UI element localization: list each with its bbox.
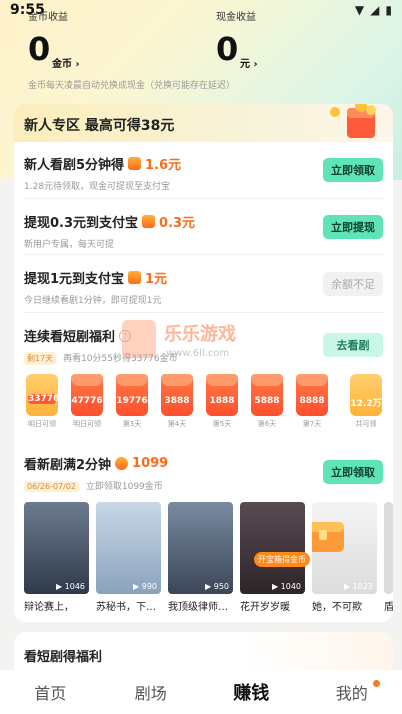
task-amount: 1.6元 xyxy=(145,158,182,173)
drama-poster[interactable]: ▶ 990 xyxy=(96,502,161,594)
day-reward[interactable]: 1888 xyxy=(206,374,238,416)
day-reward[interactable]: 3888 xyxy=(161,374,193,416)
drama-title[interactable]: 苏秘书，下… xyxy=(96,598,162,613)
day-reward[interactable]: 19776 xyxy=(116,374,148,416)
gold-value[interactable]: 0 xyxy=(28,30,50,68)
drama-poster[interactable]: ▶ 1046 xyxy=(24,502,89,594)
task-title: 提现1元到支付宝 xyxy=(24,272,125,287)
chest-badge[interactable]: 开宝箱得金币 xyxy=(254,552,310,567)
day-reward[interactable]: 33776 xyxy=(26,374,59,416)
newbie-header: 新人专区 最高可得38元 xyxy=(14,104,393,142)
task-title: 提现0.3元到支付宝 xyxy=(24,216,139,231)
cash-value[interactable]: 0 xyxy=(216,30,238,68)
day-reward[interactable]: 8888 xyxy=(296,374,328,416)
insufficient-balance-button[interactable]: 余额不足 xyxy=(323,272,383,296)
watermark-logo: 乐乐游戏 www.6ll.com xyxy=(122,320,236,359)
watch-amount: 1099 xyxy=(132,456,169,471)
watch-title: 看新剧满2分钟 xyxy=(24,458,112,473)
cash-coin-icon xyxy=(128,271,142,284)
drama-title[interactable]: 花开岁岁暖 xyxy=(240,598,306,613)
bottom-tab-bar: 首页 剧场 赚钱 我的 xyxy=(0,670,402,714)
gold-coin-icon xyxy=(115,457,129,470)
go-watch-button[interactable]: 去看剧 xyxy=(323,333,383,357)
drama-poster[interactable]: ▶ 1040 xyxy=(240,502,305,594)
gold-label: 金币收益 xyxy=(28,12,68,23)
tab-mine[interactable]: 我的 xyxy=(302,670,402,714)
tab-theater[interactable]: 剧场 xyxy=(101,670,202,714)
svg-text:乐乐游戏: 乐乐游戏 xyxy=(164,323,236,345)
drama-poster[interactable] xyxy=(384,502,393,594)
cash-unit[interactable]: 元 › xyxy=(240,55,258,70)
streak-title: 连续看短剧福利 xyxy=(24,330,116,345)
exchange-note: 金币每天凌晨自动兑换成现金（兑换可能存在延迟） xyxy=(28,81,236,91)
drama-title[interactable]: 盾 xyxy=(384,598,393,613)
cash-label: 现金收益 xyxy=(216,12,256,23)
date-range-tag: 06/26-07/02 xyxy=(24,481,79,492)
cash-coin-icon xyxy=(142,215,156,228)
treasure-chest-icon xyxy=(312,522,344,552)
withdraw-button[interactable]: 立即提现 xyxy=(323,215,383,239)
claim-button[interactable]: 立即领取 xyxy=(323,158,383,182)
day-reward[interactable]: 47776 xyxy=(71,374,103,416)
watch-subtitle: 立即领取1099金币 xyxy=(85,482,163,492)
drama-title[interactable]: 我顶级律师… xyxy=(168,598,234,613)
drama-poster[interactable]: ▶ 950 xyxy=(168,502,233,594)
day-reward-total[interactable]: 12.2万 xyxy=(350,374,382,416)
battery-icon: ▮ xyxy=(385,3,392,17)
wifi-icon: ▼ xyxy=(354,3,365,17)
gold-unit[interactable]: 金币 › xyxy=(52,55,80,70)
streak-days-left: 剩17天 xyxy=(24,352,57,365)
watch-claim-button[interactable]: 立即领取 xyxy=(323,460,383,484)
day-reward[interactable]: 5888 xyxy=(251,374,283,416)
drama-title[interactable]: 辩论赛上， xyxy=(24,598,90,613)
streak-days: 33776 明日可领 47776 明日可领 19776 第3天 3888 第4天… xyxy=(22,374,386,430)
tab-earn[interactable]: 赚钱 xyxy=(201,670,302,714)
newbie-card: 新人专区 最高可得38元 新人看剧5分钟得 1.6元 1.28元待领取，现金可提… xyxy=(14,104,393,622)
notification-dot xyxy=(373,680,380,687)
task-amount: 1元 xyxy=(145,272,168,287)
tab-home[interactable]: 首页 xyxy=(0,670,101,714)
task-title: 新人看剧5分钟得 xyxy=(24,158,125,173)
drama-title[interactable]: 她，不可欺 xyxy=(312,598,378,613)
newbie-title: 新人专区 最高可得38元 xyxy=(24,118,175,134)
drama-poster[interactable]: ▶ 1023 xyxy=(312,502,377,594)
signal-icon: ◢ xyxy=(370,3,380,17)
cash-coin-icon xyxy=(128,157,142,170)
svg-text:www.6ll.com: www.6ll.com xyxy=(166,348,229,359)
red-envelope-icon xyxy=(330,104,376,138)
section-title: 看短剧得福利 xyxy=(24,650,103,665)
drama-list: ▶ 1046 辩论赛上， ▶ 990 苏秘书，下… ▶ 950 我顶级律师… ▶… xyxy=(24,502,393,620)
task-amount: 0.3元 xyxy=(159,216,196,231)
